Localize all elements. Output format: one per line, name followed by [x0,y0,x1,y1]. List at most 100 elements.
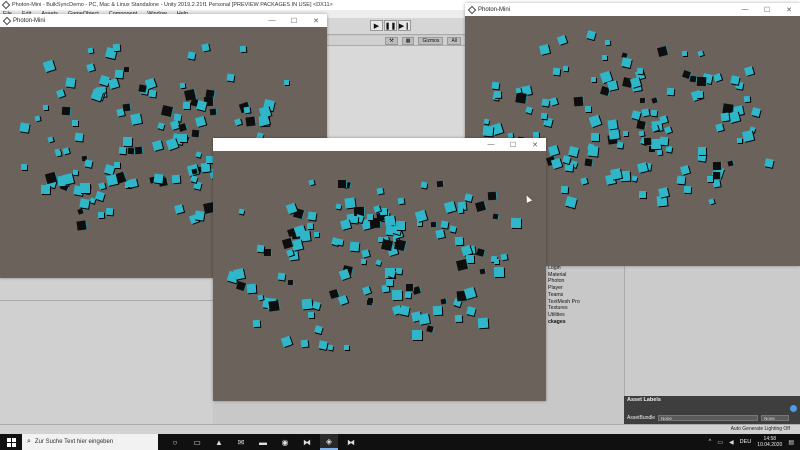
cube [574,97,584,107]
visual-studio-icon[interactable]: ⧓ [298,434,316,450]
unity-app-icon[interactable]: ◈ [320,434,338,450]
project-item-packages[interactable]: ckages [548,319,580,326]
window-titlebar[interactable]: — ☐ ✕ [213,138,546,151]
cube [580,177,588,186]
game-window-middle[interactable]: — ☐ ✕ [213,138,546,401]
cube [636,161,648,173]
cube [128,147,135,155]
volume-icon[interactable]: ◀ [729,439,734,446]
window-titlebar[interactable]: Photon-Mini — ☐ ✕ [0,14,327,27]
vlc-icon[interactable]: ▲ [210,434,228,450]
language-indicator[interactable]: DEU [740,439,752,445]
asset-variant-dropdown[interactable]: None [761,415,790,421]
cube [314,325,323,334]
layers-icon[interactable]: ▦ [401,36,415,45]
cube [187,51,196,60]
cube [118,146,126,155]
cube [651,97,658,105]
mail-icon[interactable]: ✉ [232,434,250,450]
cube [205,155,214,163]
cube [666,87,675,96]
project-item-utilities[interactable]: Utilities [548,312,580,319]
project-item-teams[interactable]: Teams [548,292,580,299]
window-title: Photon-Mini [478,6,511,13]
minimize-icon[interactable]: — [261,14,283,27]
cube [474,201,486,213]
gizmos-dropdown[interactable]: Gizmos [418,36,444,45]
cube [76,220,87,231]
cube [743,95,751,103]
visual-studio-icon-2[interactable]: ⧓ [342,434,360,450]
project-item-textures[interactable]: Textures [548,305,580,312]
cube [89,197,97,204]
pause-button[interactable]: ❚❚ [384,20,397,31]
taskbar-search[interactable]: ⌕ Zur Suche Text hier eingeben [22,434,158,450]
scene-view[interactable] [327,46,465,138]
cube [584,159,593,167]
cube [349,241,360,252]
cube [127,178,138,188]
cube [281,237,293,249]
explorer-icon[interactable]: ▭ [188,434,206,450]
cube [380,238,393,251]
cube [584,105,591,112]
window-titlebar[interactable]: Photon-Mini — ☐ ✕ [465,3,800,16]
cube [479,268,485,275]
taskbar: ⌕ Zur Suche Text hier eingeben ○ ▭ ▲ ✉ ▬… [0,434,800,450]
cube [194,210,205,221]
cube [397,197,405,205]
close-icon[interactable]: ✕ [305,14,327,27]
chevron-up-icon[interactable]: ^ [709,439,712,445]
asset-bundle-row: AssetBundle None None [627,415,790,421]
cube [350,215,358,224]
cube [641,108,650,117]
project-item-login[interactable]: Login [548,265,580,272]
game-view[interactable] [213,151,546,401]
close-icon[interactable]: ✕ [778,3,800,16]
cube [420,181,428,189]
folder-icon[interactable]: ▬ [254,434,272,450]
cube [494,258,500,264]
cube [712,162,722,171]
close-icon[interactable]: ✕ [524,138,546,151]
asset-bundle-dropdown[interactable]: None [658,415,759,421]
minimize-icon[interactable]: — [734,3,756,16]
maximize-icon[interactable]: ☐ [283,14,305,27]
project-item-photon[interactable]: Photon [548,278,580,285]
cube [327,344,334,351]
project-item-material[interactable]: Material [548,272,580,279]
label-tag-icon[interactable] [790,405,797,412]
maximize-icon[interactable]: ☐ [756,3,778,16]
cube [361,249,370,259]
start-button[interactable] [0,434,22,450]
cube [727,160,734,167]
project-item-player[interactable]: Player [548,285,580,292]
cube [201,43,210,53]
cube [617,141,624,149]
play-button[interactable]: ▶ [370,20,383,31]
cube [713,172,721,180]
cube [308,312,315,319]
minimize-icon[interactable]: — [480,138,502,151]
cube [696,91,704,99]
cube [449,225,457,233]
cube [500,253,508,261]
network-icon[interactable]: ▭ [717,439,723,446]
project-item-textmesh-pro[interactable]: TextMesh Pro [548,299,580,306]
scene-search[interactable]: All [447,36,461,45]
cube [712,179,721,189]
notifications-icon[interactable]: ▤ [788,439,794,446]
task-view-icon[interactable]: ○ [166,434,184,450]
scene-view-toolbar: ⚒ ▦ Gizmos All [327,36,465,46]
clock[interactable]: 14:58 10.04.2020 [757,436,782,448]
maximize-icon[interactable]: ☐ [502,138,524,151]
cube [549,96,558,106]
tools-icon[interactable]: ⚒ [385,36,398,45]
cube [179,83,186,89]
cube [696,50,704,57]
cube [457,207,464,214]
lighting-status: Auto Generate Lighting Off [730,426,790,432]
chrome-icon[interactable]: ◉ [276,434,294,450]
step-button[interactable]: ▶❙ [398,20,411,31]
cube [123,66,130,73]
